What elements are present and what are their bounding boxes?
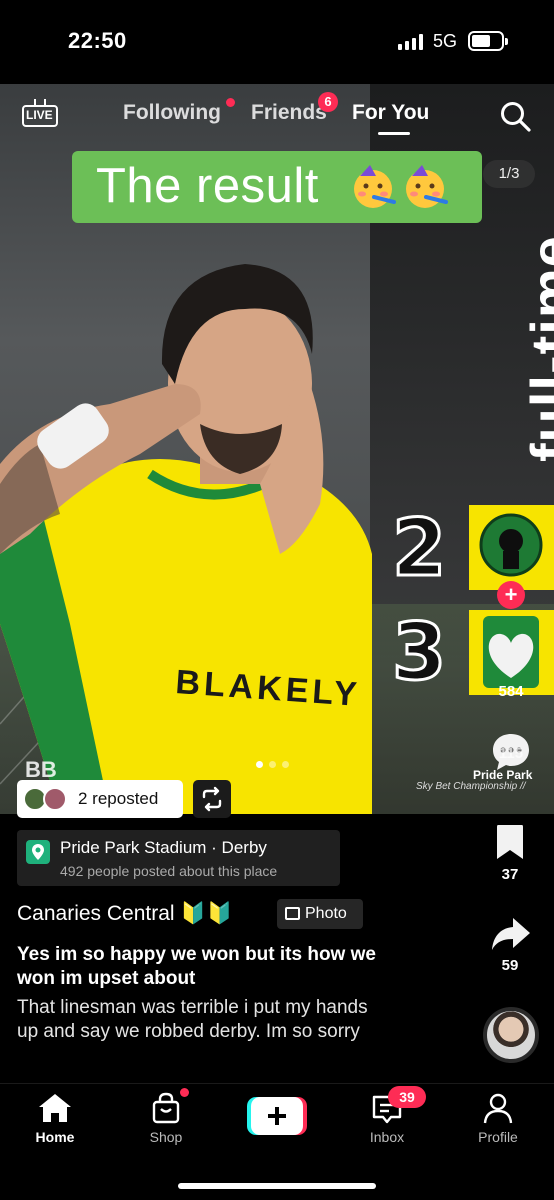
location-name: Pride Park Stadium · Derby xyxy=(60,838,267,857)
tab-profile-label: Profile xyxy=(478,1129,518,1145)
full-time-label: full-time xyxy=(519,235,554,462)
score-home: 2 xyxy=(390,503,447,596)
shopping-bag-icon xyxy=(152,1092,180,1124)
canaries-badge-icon xyxy=(479,513,543,577)
tab-friends[interactable]: Friends xyxy=(251,101,327,125)
tab-following[interactable]: Following xyxy=(123,101,221,125)
party-face-icon xyxy=(406,165,448,208)
venue-caption: Pride Park xyxy=(473,768,533,782)
creator-username[interactable]: Canaries Central 🔰🔰 xyxy=(17,902,233,926)
home-indicator xyxy=(178,1183,376,1189)
search-icon[interactable] xyxy=(499,100,531,132)
tab-home-label: Home xyxy=(35,1129,75,1145)
party-face-icon xyxy=(354,165,396,208)
repost-label: 2 reposted xyxy=(78,789,159,808)
caption-body[interactable]: That linesman was terrible i put my hand… xyxy=(17,996,387,1044)
like-count: 584 xyxy=(498,683,524,700)
profile-icon xyxy=(483,1093,513,1124)
repost-button[interactable] xyxy=(193,780,231,818)
score-away: 3 xyxy=(390,607,447,700)
inbox-badge: 39 xyxy=(388,1086,426,1108)
create-button[interactable] xyxy=(247,1097,307,1135)
league-caption: Sky Bet Championship // xyxy=(416,781,526,792)
share-count: 59 xyxy=(501,957,519,974)
following-new-dot xyxy=(226,98,235,107)
carousel-dots xyxy=(256,755,295,773)
sound-avatar[interactable] xyxy=(483,1007,539,1063)
live-icon[interactable]: LIVE xyxy=(22,99,58,127)
creator-avatar[interactable] xyxy=(469,505,554,590)
home-icon xyxy=(39,1094,71,1122)
repost-pill[interactable]: 2 reposted xyxy=(17,780,183,818)
post-type-label: Photo xyxy=(305,905,347,922)
friends-badge: 6 xyxy=(318,92,338,112)
share-icon[interactable] xyxy=(491,915,531,953)
plus-icon xyxy=(247,1097,307,1135)
avatar xyxy=(43,787,67,811)
caption-title: Yes im so happy we won but its how we wo… xyxy=(17,944,376,989)
tab-for-you[interactable]: For You xyxy=(352,101,429,125)
tab-shop-label: Shop xyxy=(149,1129,183,1145)
tab-inbox-label: Inbox xyxy=(369,1129,405,1145)
status-time: 22:50 xyxy=(68,28,127,53)
post-type-tag: Photo xyxy=(277,899,363,929)
network-label: 5G xyxy=(433,31,458,51)
repost-icon xyxy=(202,786,222,812)
bookmark-count: 37 xyxy=(501,866,519,883)
follow-button[interactable]: + xyxy=(497,581,525,609)
battery-icon xyxy=(468,31,508,51)
live-label: LIVE xyxy=(26,108,53,122)
location-pin-icon xyxy=(26,840,50,864)
active-tab-indicator xyxy=(378,132,410,135)
shop-notification-dot xyxy=(180,1088,189,1097)
location-subtitle: 492 people posted about this place xyxy=(60,863,278,879)
result-banner: The result xyxy=(72,151,482,223)
image-icon xyxy=(285,907,300,920)
photo-page-indicator: 1/3 xyxy=(483,160,535,188)
banner-text: The result xyxy=(96,159,319,213)
signal-icon xyxy=(398,34,424,50)
comment-count: 115 xyxy=(498,745,524,762)
location-tag[interactable]: Pride Park Stadium · Derby 492 people po… xyxy=(17,830,340,886)
bookmark-icon[interactable] xyxy=(495,823,525,861)
status-bar: 22:50 5G xyxy=(0,0,554,84)
